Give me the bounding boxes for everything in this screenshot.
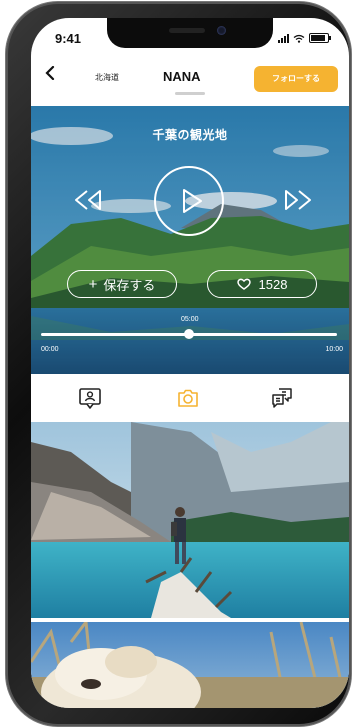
profile-name: NANA (163, 69, 201, 84)
back-button[interactable] (45, 65, 59, 84)
notch (107, 18, 273, 48)
chevron-left-icon (45, 65, 55, 81)
fast-forward-button[interactable] (281, 188, 315, 212)
profile-card-icon (79, 388, 101, 409)
tab-profile[interactable] (78, 386, 102, 410)
wifi-icon (293, 34, 305, 43)
chat-bubbles-icon (272, 388, 292, 408)
speaker-grille (169, 28, 205, 33)
plus-icon: + (88, 275, 98, 293)
like-button[interactable]: 1528 (207, 270, 317, 298)
play-icon (183, 189, 202, 213)
save-label: 保存する (103, 277, 156, 293)
nav-bar: 北海道 NANA フォローする (31, 56, 349, 98)
save-button[interactable]: + 保存する (67, 270, 177, 298)
video-title: 千葉の観光地 (152, 128, 228, 142)
location-label: 北海道 (95, 73, 119, 82)
front-camera-icon (217, 26, 226, 35)
rewind-button[interactable] (71, 188, 105, 212)
tab-photos[interactable] (176, 386, 200, 410)
tab-bar (31, 374, 349, 422)
current-time: 05:00 (181, 316, 199, 323)
status-icons (278, 33, 331, 43)
progress-thumb[interactable] (184, 329, 194, 339)
phone-screen: 9:41 北海道 NANA フォローする 千葉の観光地 + 保存する 1528 … (31, 18, 349, 708)
photo-alpaca[interactable] (31, 622, 349, 708)
start-time: 00:00 (41, 346, 59, 353)
battery-icon (309, 33, 331, 43)
signal-icon (278, 33, 289, 43)
video-player: 千葉の観光地 + 保存する 1528 05:00 00:00 10:00 (31, 106, 349, 374)
rewind-icon (75, 190, 101, 210)
fast-forward-icon (285, 190, 311, 210)
heart-icon (236, 278, 251, 290)
name-underline (175, 92, 205, 95)
follow-button[interactable]: フォローする (254, 66, 338, 92)
alpaca-image (31, 622, 349, 708)
play-button[interactable] (154, 166, 224, 236)
photo-lake-hiker[interactable] (31, 422, 349, 618)
tab-chat[interactable] (270, 386, 294, 410)
camera-icon (178, 389, 198, 407)
lake-hiker-image (31, 422, 349, 618)
end-time: 10:00 (325, 346, 343, 353)
like-count: 1528 (258, 276, 288, 292)
phone-frame: 9:41 北海道 NANA フォローする 千葉の観光地 + 保存する 1528 … (6, 2, 351, 726)
status-time: 9:41 (55, 31, 82, 46)
